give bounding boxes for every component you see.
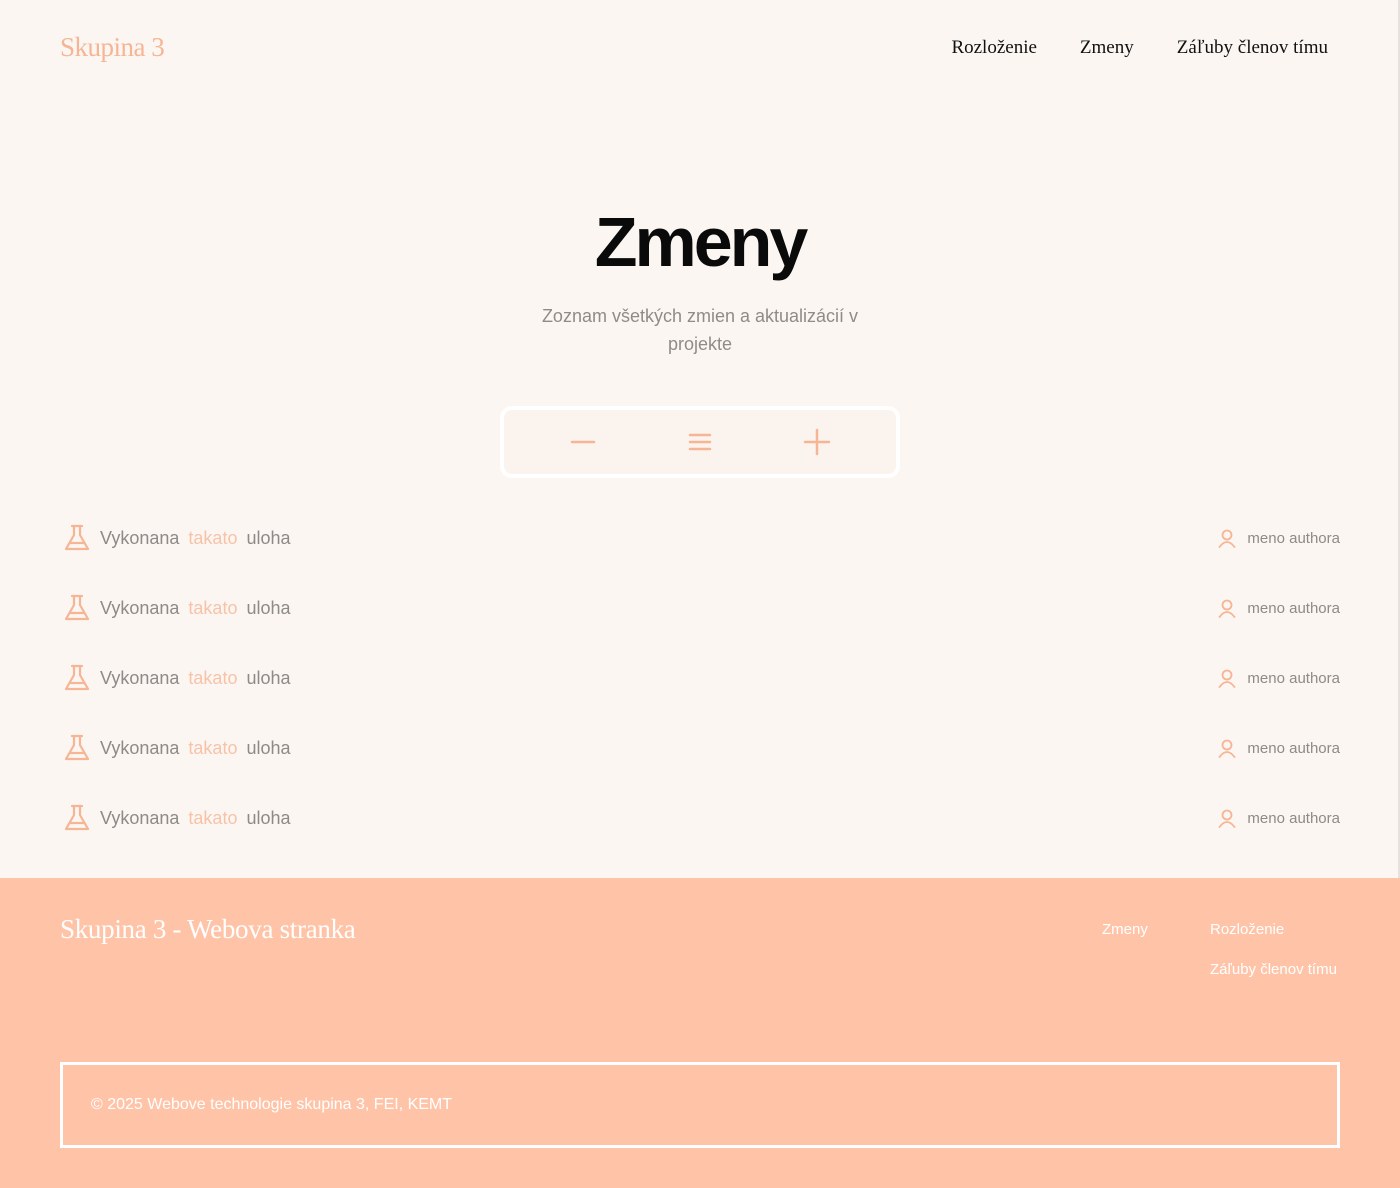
- flask-icon: [64, 524, 90, 551]
- author-name: meno authora: [1247, 739, 1340, 757]
- list-item: Vykonana takato uloha meno authora: [60, 783, 1340, 853]
- changes-list: Vykonana takato uloha meno authora Vykon…: [60, 503, 1340, 853]
- user-icon: [1219, 529, 1236, 548]
- footer-title: Skupina 3 - Webova stranka: [60, 914, 356, 944]
- flask-icon: [64, 594, 90, 621]
- minus-button[interactable]: [561, 420, 605, 464]
- task-highlight: takato: [188, 597, 238, 618]
- author-name: meno authora: [1247, 599, 1340, 617]
- user-icon: [1219, 809, 1236, 828]
- user-icon: [1219, 739, 1236, 758]
- site-footer: Skupina 3 - Webova stranka Zmeny Rozlože…: [0, 878, 1400, 1188]
- copyright-text: © 2025 Webove technologie skupina 3, FEI…: [91, 1096, 453, 1113]
- plus-icon: [804, 428, 831, 456]
- task-highlight: takato: [188, 737, 238, 758]
- menu-icon: [688, 433, 712, 451]
- main-nav: Rozloženie Zmeny Záľuby členov tímu: [951, 37, 1328, 59]
- author-name: meno authora: [1247, 669, 1340, 687]
- minus-icon: [570, 440, 595, 444]
- task-text: Vykonana takato uloha: [100, 737, 291, 758]
- plus-button[interactable]: [795, 420, 839, 464]
- list-item: Vykonana takato uloha meno authora: [60, 713, 1340, 783]
- author-name: meno authora: [1247, 529, 1340, 547]
- brand-logo[interactable]: Skupina 3: [60, 32, 165, 63]
- menu-button[interactable]: [678, 420, 722, 464]
- list-item: Vykonana takato uloha meno authora: [60, 573, 1340, 643]
- view-toolbar: [500, 406, 900, 478]
- task-text: Vykonana takato uloha: [100, 667, 291, 688]
- footer-link-zmeny[interactable]: Zmeny: [1102, 921, 1148, 938]
- flask-icon: [64, 734, 90, 761]
- footer-link-zaluby[interactable]: Záľuby členov tímu: [1210, 961, 1337, 978]
- task-text: Vykonana takato uloha: [100, 597, 291, 618]
- user-icon: [1219, 669, 1236, 688]
- site-header: Skupina 3 Rozloženie Zmeny Záľuby členov…: [0, 0, 1400, 100]
- flask-icon: [64, 804, 90, 831]
- copyright-box: © 2025 Webove technologie skupina 3, FEI…: [60, 1062, 1340, 1148]
- list-item: Vykonana takato uloha meno authora: [60, 643, 1340, 713]
- task-highlight: takato: [188, 667, 238, 688]
- task-highlight: takato: [188, 527, 238, 548]
- task-text: Vykonana takato uloha: [100, 527, 291, 548]
- task-highlight: takato: [188, 807, 238, 828]
- list-item: Vykonana takato uloha meno authora: [60, 503, 1340, 573]
- nav-link-rozlozenie[interactable]: Rozloženie: [951, 37, 1036, 59]
- page: Skupina 3 Rozloženie Zmeny Záľuby členov…: [0, 0, 1400, 1188]
- page-title: Zmeny: [594, 203, 809, 281]
- nav-link-zaluby[interactable]: Záľuby členov tímu: [1177, 37, 1328, 59]
- user-icon: [1219, 599, 1236, 618]
- footer-link-rozlozenie[interactable]: Rozloženie: [1210, 921, 1284, 938]
- flask-icon: [64, 664, 90, 691]
- nav-link-zmeny[interactable]: Zmeny: [1080, 37, 1134, 59]
- author-name: meno authora: [1247, 809, 1340, 827]
- page-subtitle: Zoznam všetkých zmien a aktualizácií v p…: [541, 306, 859, 354]
- task-text: Vykonana takato uloha: [100, 807, 291, 828]
